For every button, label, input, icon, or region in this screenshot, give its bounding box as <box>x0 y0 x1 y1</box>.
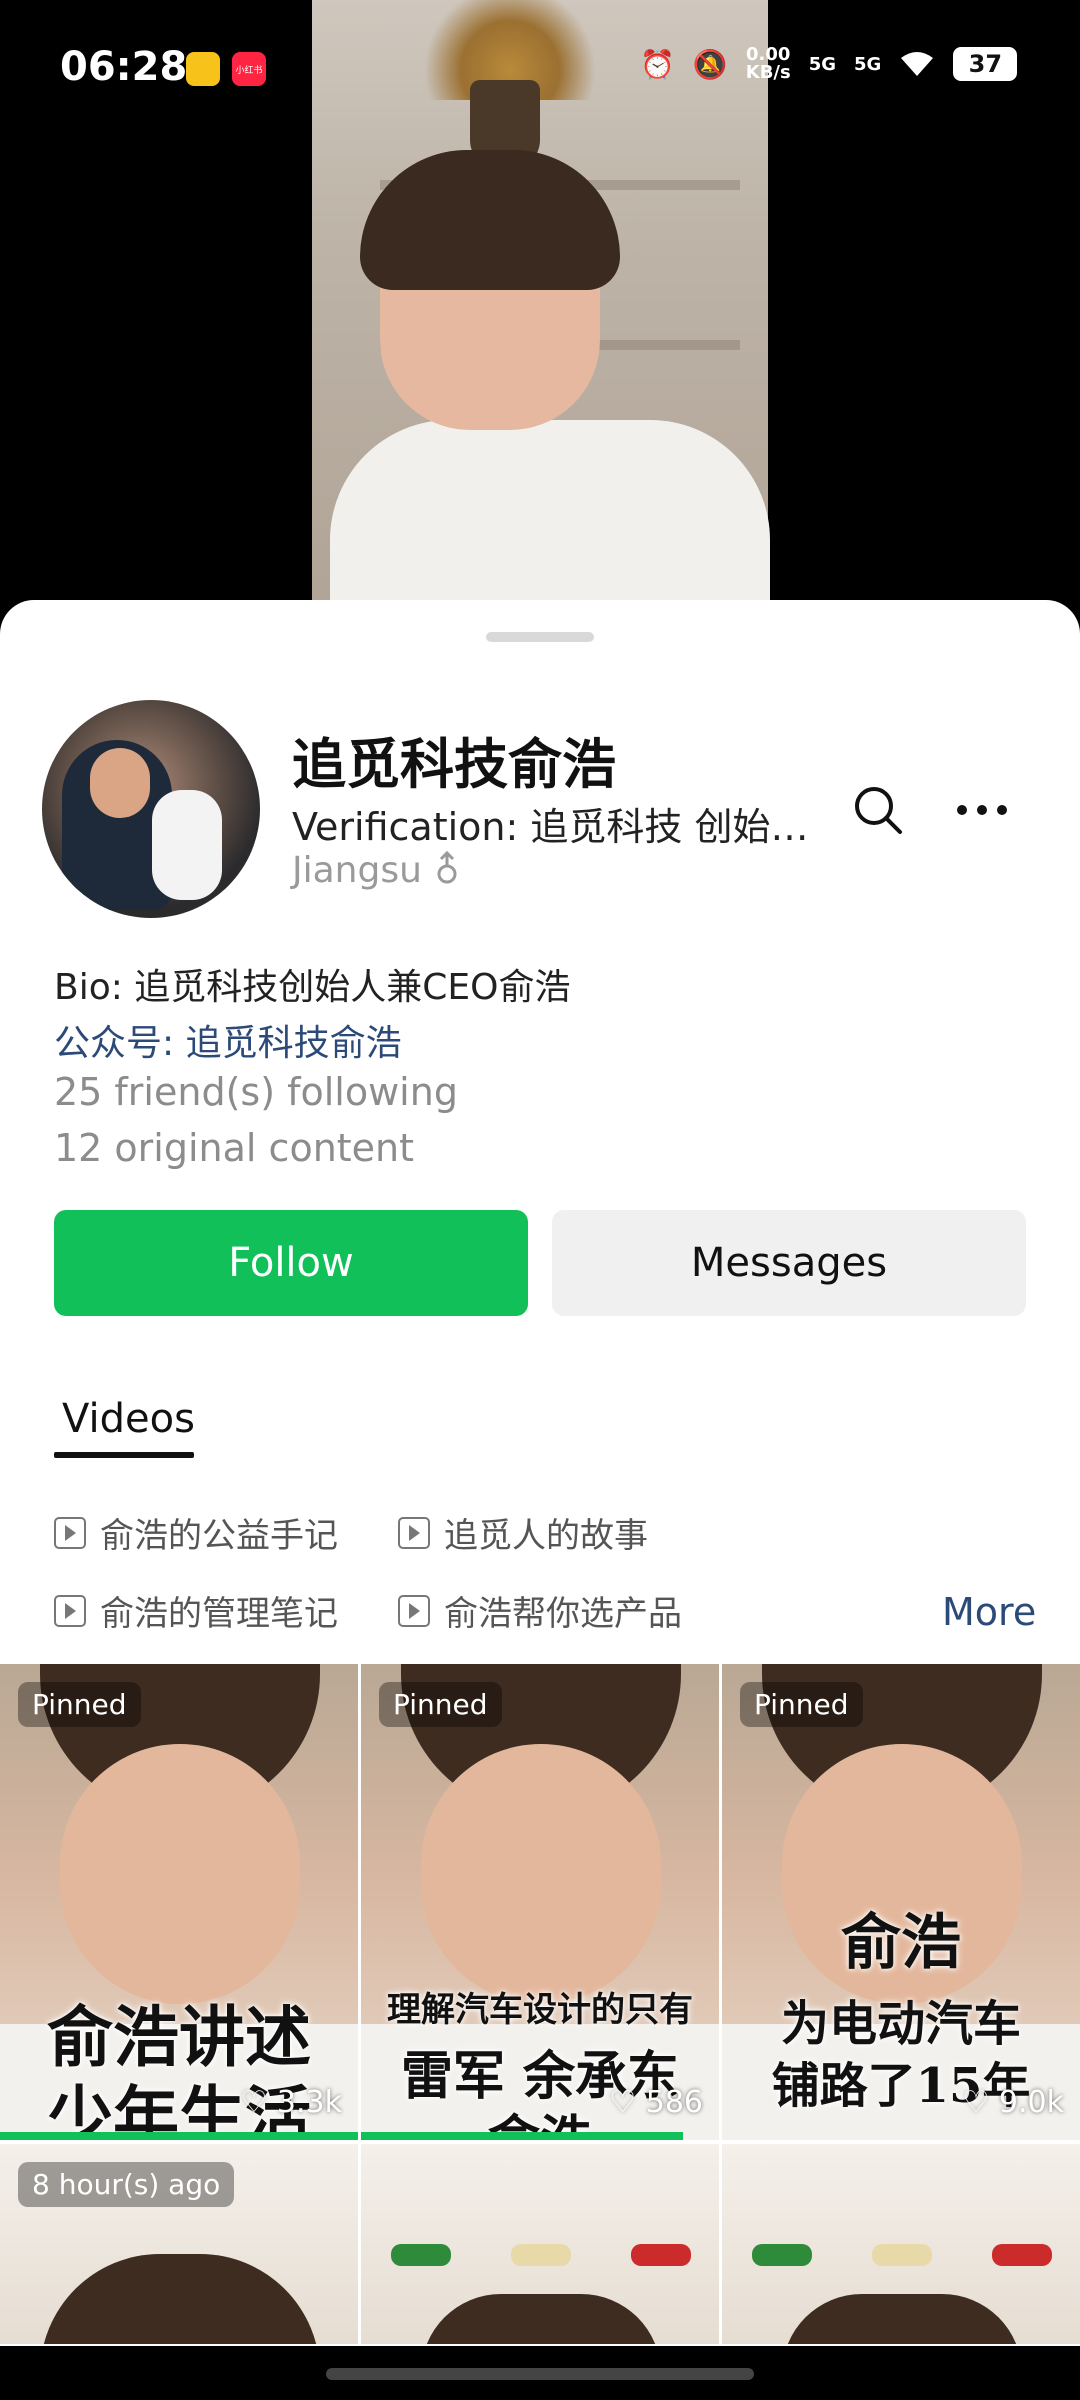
search-icon[interactable] <box>848 780 908 840</box>
official-account-link[interactable]: 公众号: 追觅科技俞浩 <box>54 1014 402 1066</box>
video-caption: 理解汽车设计的只有 <box>387 1990 693 2030</box>
avatar-face <box>90 748 150 818</box>
home-gesture-bar[interactable] <box>326 2368 754 2380</box>
follow-button[interactable]: Follow <box>54 1210 528 1316</box>
like-count: ♡ 3.3k <box>240 2085 342 2120</box>
play-icon <box>54 1594 86 1627</box>
like-count: ♡ 586 <box>609 2085 703 2120</box>
battery-icon: 37 <box>953 47 1018 81</box>
play-icon <box>54 1516 86 1549</box>
toy-car <box>511 2244 571 2266</box>
pinned-badge: Pinned <box>740 1682 863 1727</box>
video-thumbnail[interactable]: 8 hour(s) ago <box>0 2144 358 2344</box>
video-thumbnail[interactable]: Pinned 俞浩 为电动汽车 铺路了15年 ♡ 9.0k <box>722 1664 1080 2140</box>
album-item[interactable]: 俞浩的公益手记 <box>54 1508 338 1557</box>
alarm-icon: ⏰ <box>640 47 675 81</box>
signal-5g-1: 5G <box>808 53 837 75</box>
thumb-face <box>60 1744 300 2004</box>
male-icon <box>437 850 457 884</box>
watch-progress <box>361 2132 684 2140</box>
video-thumbnail[interactable]: Pinned 理解汽车设计的只有 雷军 余承东 俞浩 ♡ 586 <box>361 1664 719 2140</box>
video-thumbnail[interactable]: Pinned 俞浩讲述 少年生活 ♡ 3.3k <box>0 1664 358 2140</box>
album-item[interactable]: 俞浩的管理笔记 <box>54 1586 338 1635</box>
thumb-hair <box>782 2294 1022 2344</box>
avatar-robot <box>152 790 222 900</box>
album-item[interactable]: 俞浩帮你选产品 <box>398 1586 682 1635</box>
network-speed: 0.00 KB/s <box>745 44 791 83</box>
person-shirt <box>330 420 770 610</box>
thumb-hair <box>421 2294 661 2344</box>
toy-car <box>631 2244 691 2266</box>
wifi-icon <box>901 52 934 76</box>
toy-car <box>752 2244 812 2266</box>
weibo-app-icon <box>186 52 220 86</box>
video-thumbnail[interactable] <box>361 2144 719 2344</box>
thumb-hair <box>40 2254 320 2344</box>
play-icon <box>398 1516 430 1549</box>
play-icon <box>398 1594 430 1627</box>
original-content-count: 12 original content <box>54 1126 415 1170</box>
signal-5g-2: 5G <box>854 53 882 75</box>
tab-indicator <box>54 1452 194 1458</box>
sheet-drag-handle[interactable] <box>486 632 594 642</box>
time-badge: 8 hour(s) ago <box>18 2162 235 2207</box>
pinned-badge: Pinned <box>379 1682 502 1727</box>
toy-car <box>391 2244 451 2266</box>
more-options-icon[interactable] <box>952 790 1012 830</box>
toy-car <box>872 2244 932 2266</box>
messages-button[interactable]: Messages <box>552 1210 1026 1316</box>
status-bar: 06:28 小红书 ⏰ 🔕 0.00 KB/s 5G 5G 37 <box>0 0 1080 140</box>
album-item[interactable]: 追觅人的故事 <box>398 1508 648 1557</box>
status-icons: ⏰ 🔕 0.00 KB/s 5G 5G 37 <box>640 44 1018 83</box>
verification-text[interactable]: Verification: 追觅科技 创始… <box>292 796 808 851</box>
tab-videos[interactable]: Videos <box>62 1396 195 1442</box>
more-albums-link[interactable]: More <box>942 1590 1036 1634</box>
avatar[interactable] <box>42 700 260 918</box>
bio-text: Bio: 追觅科技创始人兼CEO俞浩 <box>54 967 571 1008</box>
clock: 06:28 <box>60 44 188 90</box>
mute-icon: 🔕 <box>692 47 728 81</box>
pinned-badge: Pinned <box>18 1682 141 1727</box>
profile-name: 追觅科技俞浩 <box>292 733 616 796</box>
like-count: ♡ 9.0k <box>962 2085 1064 2120</box>
video-caption: 为电动汽车 <box>780 1996 1021 2052</box>
region-text: Jiangsu <box>292 850 461 891</box>
video-thumbnail[interactable] <box>722 2144 1080 2344</box>
toy-car <box>992 2244 1052 2266</box>
watch-progress <box>0 2132 358 2140</box>
xiaohongshu-app-icon: 小红书 <box>232 52 266 86</box>
thumb-face <box>421 1744 661 2004</box>
friends-following[interactable]: 25 friend(s) following <box>54 1070 458 1114</box>
video-caption: 俞浩 <box>841 1908 961 1978</box>
